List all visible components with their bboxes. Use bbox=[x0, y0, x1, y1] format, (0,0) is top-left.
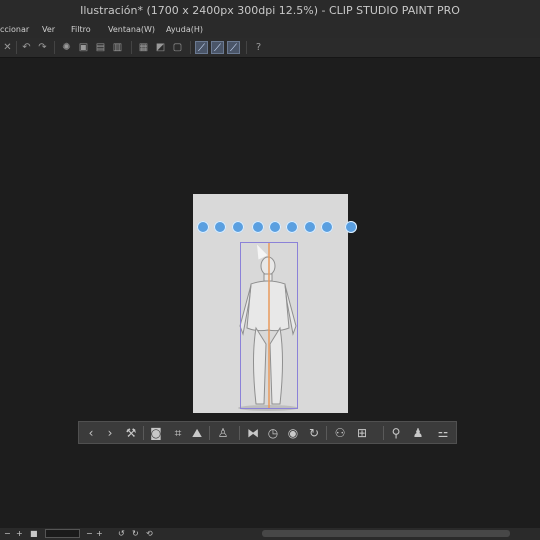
menu-filter[interactable]: Filtro bbox=[71, 22, 91, 38]
separator bbox=[239, 426, 240, 440]
separator bbox=[16, 41, 17, 54]
sync-icon[interactable]: ↻ bbox=[307, 426, 321, 440]
prev-icon[interactable]: ‹ bbox=[84, 426, 98, 440]
rotate-right-icon[interactable]: ↻ bbox=[132, 528, 139, 540]
help-icon[interactable]: ? bbox=[252, 41, 265, 54]
body-icon[interactable]: ⚍ bbox=[436, 426, 450, 440]
separator bbox=[326, 426, 327, 440]
reset-rotation-icon[interactable]: ⟲ bbox=[146, 528, 153, 540]
zoom-field[interactable] bbox=[45, 529, 80, 538]
reset-icon[interactable] bbox=[345, 221, 357, 233]
stop-icon[interactable]: ■ bbox=[30, 528, 38, 540]
roll-icon[interactable] bbox=[286, 221, 298, 233]
undo-icon[interactable]: ↶ bbox=[20, 41, 33, 54]
window-title: Ilustración* (1700 x 2400px 300dpi 12.5%… bbox=[0, 0, 540, 22]
menu-window[interactable]: Ventana(W) bbox=[108, 22, 155, 38]
ruler-icon[interactable]: ◩ bbox=[154, 41, 167, 54]
camera-icon[interactable]: ◙ bbox=[149, 426, 163, 440]
clock-icon[interactable]: ◷ bbox=[266, 426, 280, 440]
zoom-in-icon[interactable]: + bbox=[96, 528, 103, 540]
separator bbox=[131, 41, 132, 54]
status-bar: − + ■ − + ↺ ↻ ⟲ bbox=[0, 528, 540, 540]
spinner-icon[interactable]: ✺ bbox=[60, 41, 73, 54]
camera-rotate-icon[interactable] bbox=[197, 221, 209, 233]
plus-icon[interactable]: + bbox=[16, 528, 23, 540]
menu-view[interactable]: Ver bbox=[42, 22, 55, 38]
menu-bar: ccionar Ver Filtro Ventana(W) Ayuda(H) bbox=[0, 22, 540, 38]
pan-icon[interactable] bbox=[252, 221, 264, 233]
separator bbox=[190, 41, 191, 54]
wrench-icon[interactable]: ⚒ bbox=[124, 426, 138, 440]
menu-select[interactable]: ccionar bbox=[0, 22, 29, 38]
lock-icon[interactable]: ⚲ bbox=[389, 426, 403, 440]
separator bbox=[143, 426, 144, 440]
pen-stab-2-icon[interactable]: ⟋ bbox=[211, 41, 224, 54]
redo-icon[interactable]: ↷ bbox=[36, 41, 49, 54]
person-add-icon[interactable]: ⚇ bbox=[333, 426, 347, 440]
frame-icon[interactable]: ⊞ bbox=[355, 426, 369, 440]
fit-icon[interactable]: ⌗ bbox=[171, 426, 185, 440]
flip-icon[interactable]: ⧓ bbox=[246, 426, 260, 440]
pen-stab-3-icon[interactable]: ⟋ bbox=[227, 41, 240, 54]
object-launcher-bar: ‹ › ⚒ ◙ ⌗ ⛰ ♙ ⧓ ◷ ◉ ↻ ⚇ ⊞ ⚲ ♟ ⚍ bbox=[78, 421, 457, 444]
grid-icon[interactable]: ▦ bbox=[137, 41, 150, 54]
clear-icon[interactable]: ▤ bbox=[94, 41, 107, 54]
zoom-out-icon[interactable]: − bbox=[86, 528, 93, 540]
pen-stab-1-icon[interactable]: ⟋ bbox=[195, 41, 208, 54]
separator bbox=[54, 41, 55, 54]
next-icon[interactable]: › bbox=[103, 426, 117, 440]
mountain-3d-icon[interactable]: ⛰ bbox=[190, 426, 204, 440]
command-bar: ✕ ↶ ↷ ✺ ▣ ▤ ▥ ▦ ◩ ▢ ⟋ ⟋ ⟋ ? bbox=[0, 38, 540, 58]
flatten-icon[interactable] bbox=[232, 221, 244, 233]
bucket-icon[interactable]: ▥ bbox=[111, 41, 124, 54]
close-icon[interactable]: ✕ bbox=[1, 41, 14, 54]
3d-object-bounding-box[interactable] bbox=[240, 242, 298, 409]
separator bbox=[246, 41, 247, 54]
horizontal-scrollbar[interactable] bbox=[262, 530, 510, 537]
minus-icon[interactable]: − bbox=[4, 528, 11, 540]
capture-icon[interactable]: ◉ bbox=[286, 426, 300, 440]
square-icon[interactable]: ▢ bbox=[171, 41, 184, 54]
move-icon[interactable] bbox=[214, 221, 226, 233]
menu-help[interactable]: Ayuda(H) bbox=[166, 22, 203, 38]
separator bbox=[383, 426, 384, 440]
pose-icon[interactable]: ♙ bbox=[216, 426, 230, 440]
scale-icon[interactable] bbox=[321, 221, 333, 233]
body-icon[interactable]: ♟ bbox=[411, 426, 425, 440]
copy-icon[interactable]: ▣ bbox=[77, 41, 90, 54]
tilt-icon[interactable] bbox=[304, 221, 316, 233]
separator bbox=[209, 426, 210, 440]
rotate-left-icon[interactable]: ↺ bbox=[118, 528, 125, 540]
rotate-icon[interactable] bbox=[269, 221, 281, 233]
